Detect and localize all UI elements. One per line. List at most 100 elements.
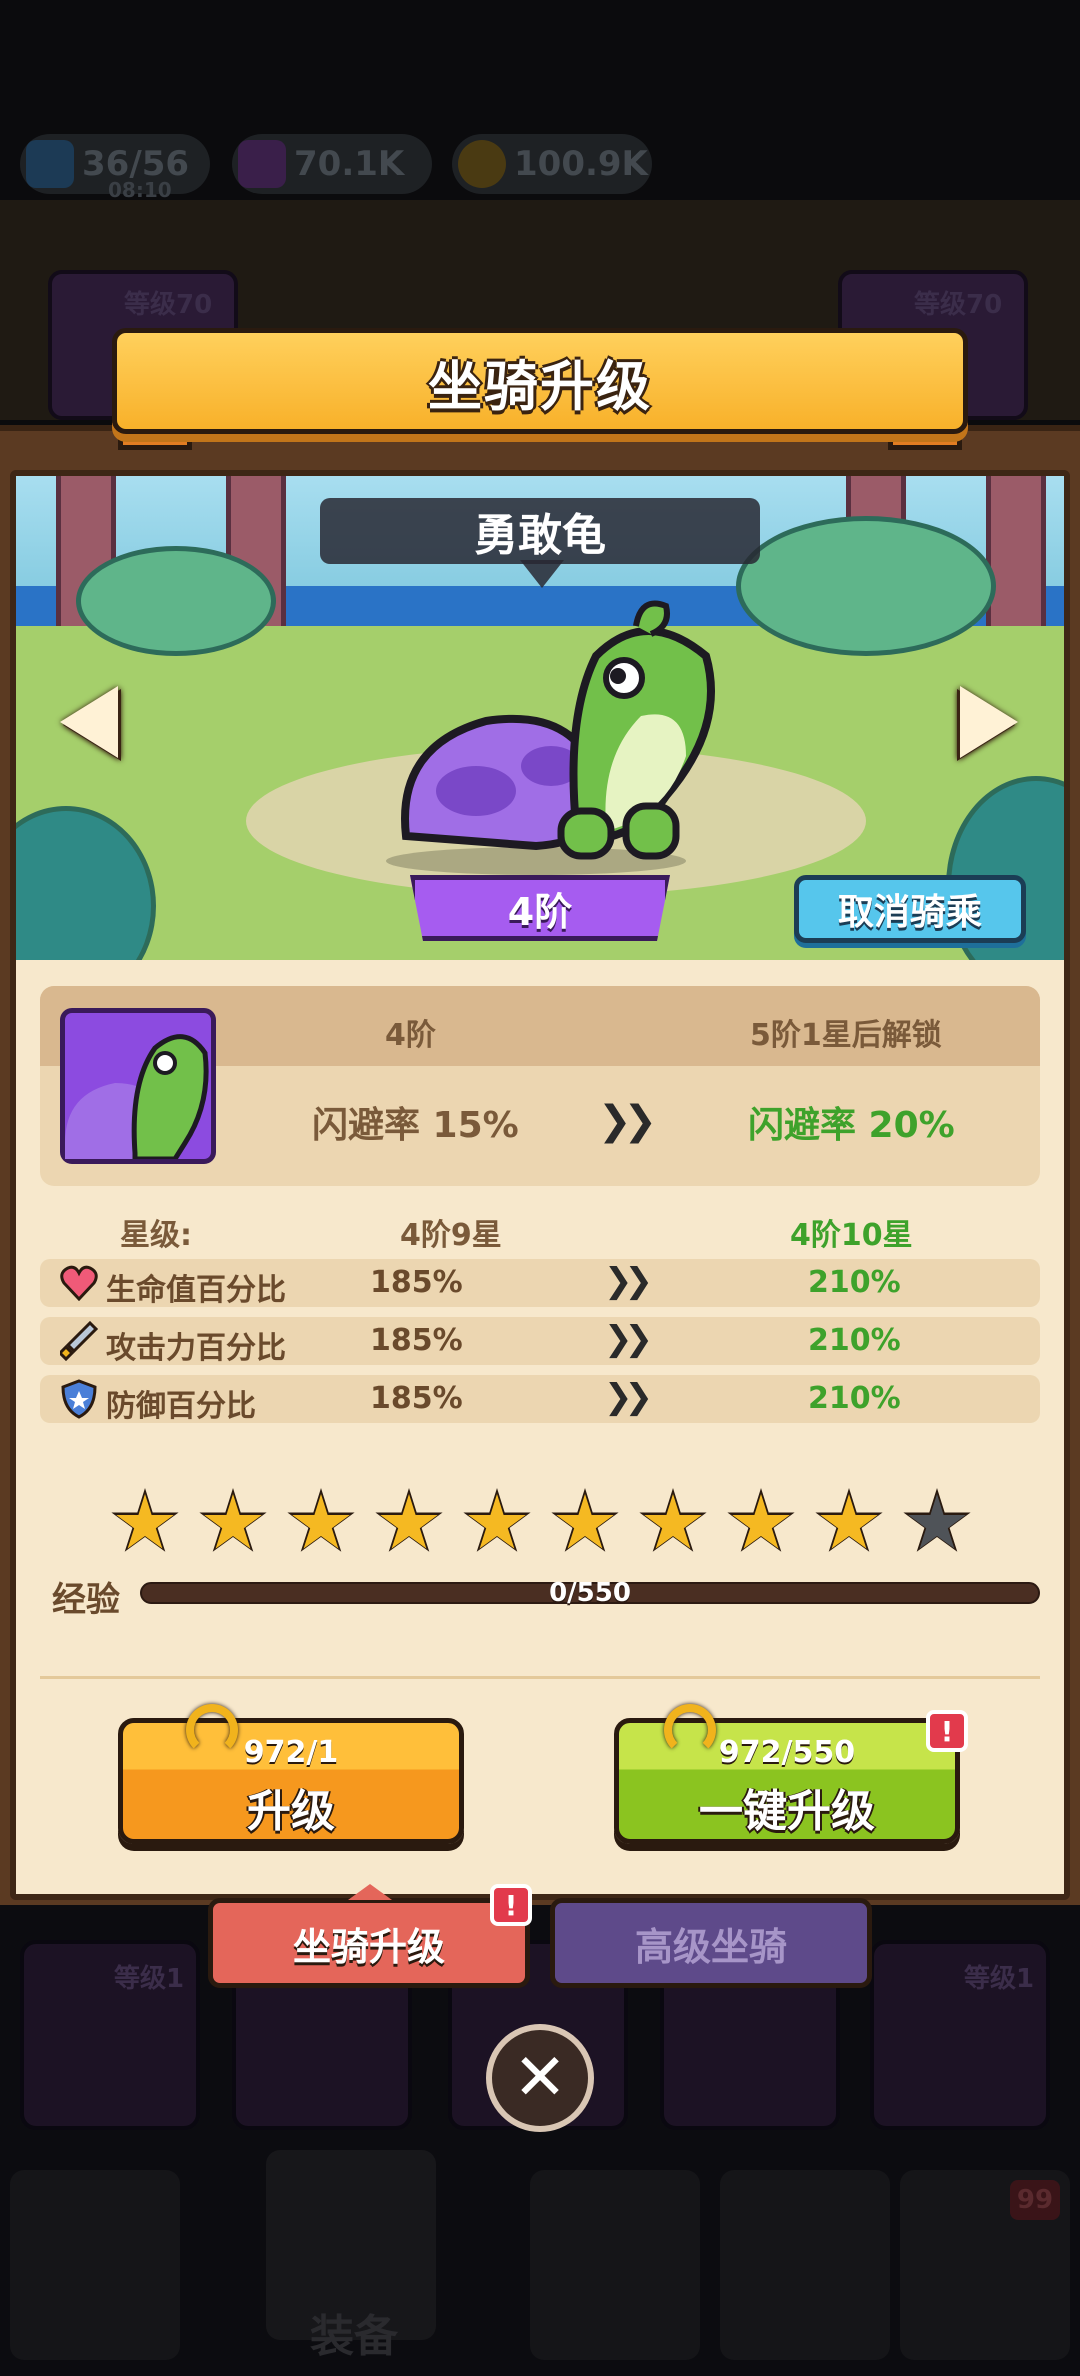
horseshoe-icon: [186, 1704, 238, 1756]
tab-label: 高级坐骑: [634, 1924, 787, 1969]
star-filled-icon: [463, 1488, 531, 1552]
mount-name: 勇敢龟: [474, 510, 606, 561]
nav-battle-button[interactable]: [530, 2170, 700, 2360]
one-click-label: 一键升级: [699, 1786, 875, 1837]
nav-equipment-label: 装备: [310, 2311, 398, 2362]
star-fill: [116, 1494, 174, 1549]
star-filled-icon: [375, 1488, 443, 1552]
gold-icon: [458, 140, 506, 188]
gem-counter: 70.1K: [232, 134, 432, 194]
star-fill: [820, 1494, 878, 1549]
nav-chest-button[interactable]: 99: [900, 2170, 1070, 2360]
divider: [40, 1676, 1040, 1679]
star-filled-icon: [287, 1488, 355, 1552]
energy-icon: [26, 140, 74, 188]
stat-label: 防御百分比: [106, 1389, 256, 1424]
stat-next: 210%: [808, 1323, 901, 1358]
current-tier-label: 4阶: [385, 1018, 436, 1053]
star-empty-icon: [903, 1488, 971, 1552]
stat-current: 185%: [370, 1323, 463, 1358]
star-fill: [556, 1494, 614, 1549]
star-level-next: 4阶10星: [790, 1218, 913, 1253]
stat-current: 185%: [370, 1381, 463, 1416]
slot-level: 等级1: [964, 1964, 1035, 1994]
name-plate-pointer: [520, 560, 564, 588]
alert-badge-icon: !: [490, 1884, 532, 1926]
card-level: 等级70: [914, 290, 1003, 320]
star-level-current: 4阶9星: [400, 1218, 502, 1253]
close-icon: ✕: [513, 2041, 567, 2115]
star-fill: [732, 1494, 790, 1549]
exp-label: 经验: [52, 1580, 120, 1620]
nav-shop-button[interactable]: [10, 2170, 180, 2360]
next-unlock-label: 5阶1星后解锁: [750, 1018, 942, 1053]
sword-icon: [57, 1320, 99, 1362]
gold-counter: 100.9K: [452, 134, 652, 194]
scene-bush: [736, 516, 996, 656]
stat-label: 攻击力百分比: [106, 1331, 286, 1366]
mount-thumbnail: [60, 1008, 216, 1164]
upgrade-arrow-icon: ❯❯: [598, 1098, 657, 1144]
gem-icon: [238, 140, 286, 188]
upgrade-cost: 972/1: [243, 1735, 339, 1770]
heart-icon: [60, 1265, 98, 1302]
scene-bush: [76, 546, 276, 656]
stat-row-defense: 防御百分比 185% ❯❯ 210%: [40, 1375, 1040, 1424]
tab-mount-upgrade[interactable]: 坐骑升级: [208, 1898, 530, 1988]
inventory-slot: 等级1: [870, 1940, 1050, 2130]
current-effect: 闪避率 15%: [312, 1105, 519, 1146]
stat-next: 210%: [808, 1265, 901, 1300]
star-fill: [908, 1494, 966, 1549]
next-mount-button[interactable]: [960, 686, 1018, 758]
exp-progress-bar: 0/550: [140, 1578, 1040, 1608]
star-level-label: 星级:: [120, 1218, 192, 1253]
inventory-slot: 等级1: [20, 1940, 200, 2130]
gold-value: 100.9K: [514, 144, 648, 184]
energy-timer: 08:10: [108, 178, 172, 202]
prev-mount-button[interactable]: [60, 686, 118, 758]
upgrade-arrow-icon: ❯❯: [604, 1319, 653, 1359]
star-rating: [110, 1488, 971, 1562]
star-filled-icon: [199, 1488, 267, 1552]
mount-name-plate: 勇敢龟: [320, 498, 760, 564]
star-fill: [204, 1494, 262, 1549]
nav-upgrade-button[interactable]: [720, 2170, 890, 2360]
upgrade-label: 升级: [247, 1786, 335, 1837]
dismount-button[interactable]: 取消骑乘: [794, 875, 1026, 943]
star-filled-icon: [111, 1488, 179, 1552]
modal-title: 坐骑升级: [428, 354, 652, 418]
card-level: 等级70: [124, 290, 213, 320]
upgrade-arrow-icon: ❯❯: [604, 1261, 653, 1301]
dismount-label: 取消骑乘: [837, 892, 982, 933]
slot-level: 等级1: [114, 1964, 185, 1994]
horseshoe-icon: [664, 1704, 716, 1756]
modal-title-banner: 坐骑升级: [112, 328, 968, 434]
star-filled-icon: [551, 1488, 619, 1552]
upgrade-arrow-icon: ❯❯: [604, 1377, 653, 1417]
tier-label: 4阶: [507, 889, 573, 934]
close-button[interactable]: ✕: [486, 2024, 594, 2132]
stat-label: 生命值百分比: [106, 1273, 286, 1308]
stat-current: 185%: [370, 1265, 463, 1300]
upgrade-button[interactable]: 972/1 升级: [118, 1718, 464, 1844]
exp-value: 0/550: [549, 1578, 631, 1608]
star-fill: [292, 1494, 350, 1549]
shield-icon: [60, 1379, 98, 1419]
nav-badge: 99: [1010, 2180, 1060, 2220]
tier-badge: 4阶: [410, 875, 670, 941]
resource-bar: 36/56 08:10 70.1K 100.9K: [0, 130, 1080, 202]
stat-row-attack: 攻击力百分比 185% ❯❯ 210%: [40, 1317, 1040, 1366]
nav-equipment-button[interactable]: 装备: [266, 2150, 436, 2362]
star-fill: [644, 1494, 702, 1549]
stat-next: 210%: [808, 1381, 901, 1416]
tab-advanced-mount[interactable]: 高级坐骑: [550, 1898, 872, 1988]
tab-label: 坐骑升级: [292, 1924, 445, 1969]
gem-value: 70.1K: [294, 144, 405, 184]
star-filled-icon: [727, 1488, 795, 1552]
star-fill: [380, 1494, 438, 1549]
tab-active-pointer: [348, 1884, 392, 1900]
stat-row-hp: 生命值百分比 185% ❯❯ 210%: [40, 1259, 1040, 1308]
star-filled-icon: [815, 1488, 883, 1552]
next-effect: 闪避率 20%: [748, 1105, 955, 1146]
alert-badge-icon: !: [926, 1710, 968, 1752]
